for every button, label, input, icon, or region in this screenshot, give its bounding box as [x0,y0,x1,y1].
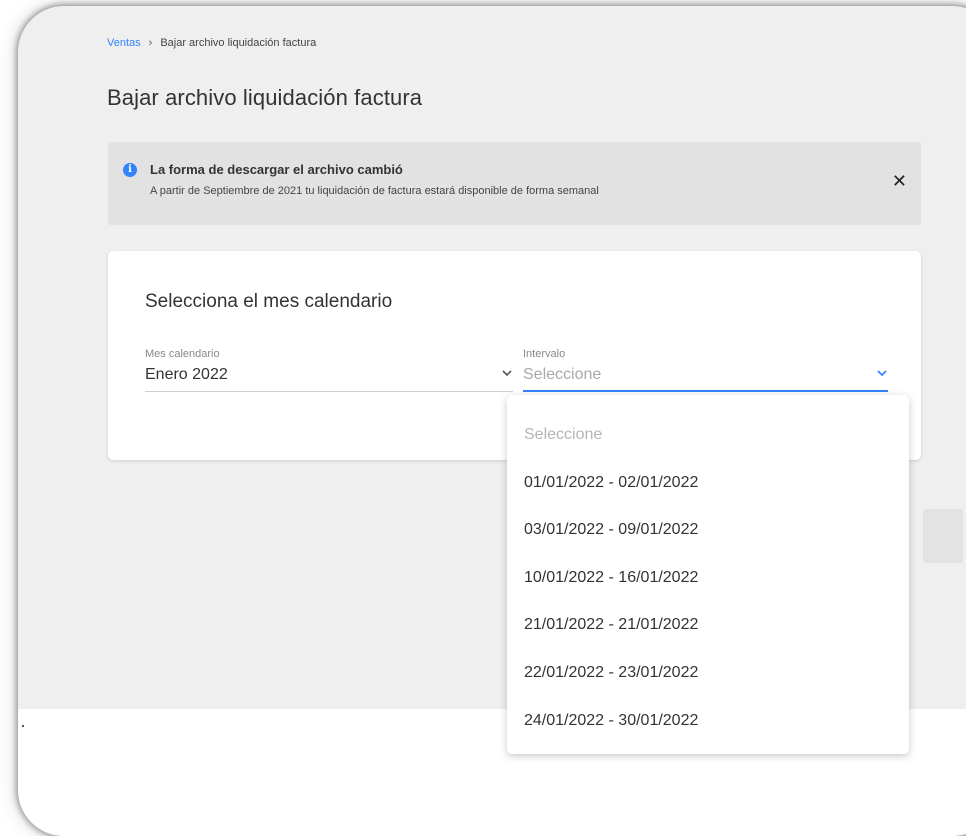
month-value: Enero 2022 [145,366,228,383]
month-underline [145,391,513,392]
info-banner: i La forma de descargar el archivo cambi… [108,142,921,225]
breadcrumb-link-ventas[interactable]: Ventas [107,37,141,49]
dropdown-option[interactable]: 21/01/2022 - 21/01/2022 [524,616,698,634]
page-title: Bajar archivo liquidación factura [107,85,423,110]
dropdown-option[interactable]: 01/01/2022 - 02/01/2022 [524,474,698,492]
stray-dot [22,725,24,727]
banner-text: A partir de Septiembre de 2021 tu liquid… [150,185,599,197]
dropdown-option-placeholder[interactable]: Seleccione [524,426,602,444]
interval-placeholder: Seleccione [523,366,602,383]
close-icon[interactable]: ✕ [892,172,907,190]
interval-dropdown: Seleccione 01/01/2022 - 02/01/2022 03/01… [507,395,909,754]
info-icon: i [123,163,137,177]
interval-label: Intervalo [523,348,566,360]
dropdown-option[interactable]: 24/01/2022 - 30/01/2022 [524,712,698,730]
app-window: Ventas › Bajar archivo liquidación factu… [18,6,966,836]
chevron-down-icon[interactable] [875,366,889,380]
breadcrumb-current: Bajar archivo liquidación factura [160,37,317,49]
interval-underline [523,390,888,392]
dropdown-option[interactable]: 22/01/2022 - 23/01/2022 [524,664,698,682]
banner-title: La forma de descargar el archivo cambió [150,162,403,177]
download-button[interactable] [923,509,963,563]
month-label: Mes calendario [145,348,220,360]
card-title: Selecciona el mes calendario [145,291,393,312]
dropdown-option[interactable]: 03/01/2022 - 09/01/2022 [524,521,698,539]
chevron-down-icon[interactable] [500,366,514,380]
breadcrumb-separator: › [148,37,153,49]
dropdown-option[interactable]: 10/01/2022 - 16/01/2022 [524,569,698,587]
breadcrumb: Ventas › Bajar archivo liquidación factu… [107,37,316,49]
